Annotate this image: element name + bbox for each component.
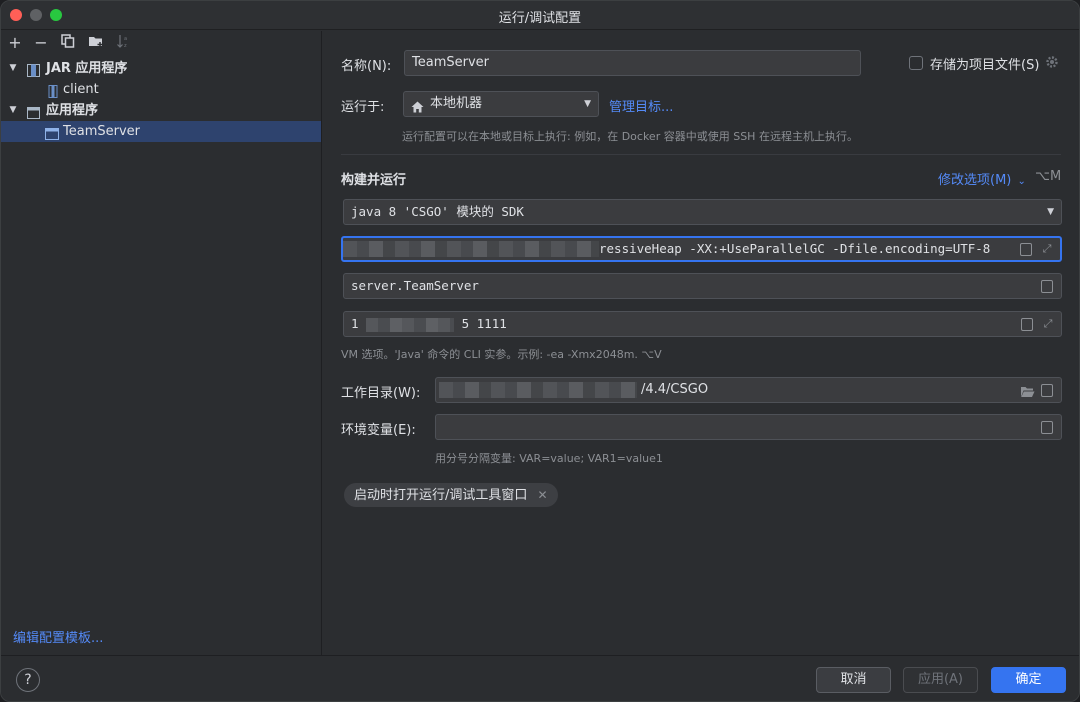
main-class-input[interactable]: server.TeamServer	[343, 273, 1062, 299]
program-args-suffix: 5 1111	[461, 316, 507, 331]
run-debug-config-dialog: 运行/调试配置 + − az ▼ JAR 应用程序 client ▼ 应用程序 …	[0, 0, 1080, 702]
expand-text-icon[interactable]	[1041, 384, 1053, 397]
chevron-down-icon[interactable]: ▼	[8, 100, 18, 121]
remove-icon[interactable]: −	[32, 34, 50, 52]
ok-button[interactable]: 确定	[991, 667, 1066, 693]
folder-icon[interactable]	[1020, 383, 1035, 397]
tree-group-jar[interactable]: ▼ JAR 应用程序	[1, 58, 321, 79]
tree-label: TeamServer	[63, 124, 140, 139]
tree-group-application[interactable]: ▼ 应用程序	[1, 100, 321, 121]
vm-options-value: ressiveHeap -XX:+UseParallelGC -Dfile.en…	[599, 241, 991, 256]
maximize-icon[interactable]: ⤢	[1040, 242, 1054, 256]
tree-toolbar: + − az	[1, 31, 321, 57]
chevron-down-icon: ▼	[584, 99, 591, 109]
build-run-heading: 构建并运行	[341, 173, 407, 188]
sort-icon[interactable]: az	[114, 34, 132, 52]
tree-item-client[interactable]: client	[1, 79, 321, 100]
help-button[interactable]: ?	[16, 668, 40, 692]
config-tree: ▼ JAR 应用程序 client ▼ 应用程序 TeamServer	[1, 58, 321, 142]
name-label: 名称(N):	[341, 59, 392, 74]
add-icon[interactable]: +	[6, 34, 24, 52]
divider	[341, 154, 1061, 155]
manage-targets-link[interactable]: 管理目标...	[609, 96, 673, 115]
jar-file-icon	[47, 84, 60, 98]
env-hint: 用分号分隔变量: VAR=value; VAR1=value1	[435, 452, 663, 465]
browse-icon[interactable]	[1041, 280, 1053, 293]
tree-label: client	[63, 82, 99, 97]
jre-value: java 8 'CSGO' 模块的 SDK	[351, 204, 524, 219]
edit-templates-link[interactable]: 编辑配置模板...	[13, 627, 103, 646]
main-class-value: server.TeamServer	[351, 278, 479, 293]
maximize-icon[interactable]: ⤢	[1041, 317, 1055, 331]
expand-text-icon[interactable]	[1021, 318, 1033, 331]
vm-options-hint: VM 选项。'Java' 命令的 CLI 实参。示例: -ea -Xmx2048…	[341, 348, 662, 361]
apply-button[interactable]: 应用(A)	[903, 667, 978, 693]
dialog-footer: ? 取消 应用(A) 确定	[1, 655, 1079, 701]
jar-app-icon	[27, 63, 40, 77]
config-form: 名称(N): TeamServer 存储为项目文件(S) 运行于: 本地机器 ▼…	[323, 31, 1079, 655]
chevron-down-icon: ⌄	[1017, 176, 1026, 187]
tree-label: 应用程序	[46, 103, 99, 118]
gear-icon[interactable]	[1045, 55, 1059, 69]
workdir-value: /4.4/CSGO	[641, 382, 709, 397]
home-icon	[411, 98, 424, 113]
tree-label: JAR 应用程序	[46, 61, 128, 76]
store-as-project-file-label: 存储为项目文件(S)	[930, 58, 1040, 73]
workdir-input[interactable]: /4.4/CSGO	[435, 377, 1062, 403]
browse-icon[interactable]	[1041, 421, 1053, 434]
expand-text-icon[interactable]	[1020, 243, 1032, 256]
copy-icon[interactable]	[59, 34, 77, 52]
close-icon[interactable]: ✕	[538, 488, 548, 502]
application-icon	[27, 105, 40, 119]
env-input[interactable]	[435, 414, 1062, 440]
tree-item-teamserver[interactable]: TeamServer	[1, 121, 321, 142]
name-input[interactable]: TeamServer	[404, 50, 861, 76]
program-args-prefix: 1	[351, 316, 359, 331]
modify-options-label: 修改选项(M)	[938, 173, 1012, 188]
run-on-label: 运行于:	[341, 100, 385, 115]
modify-options-shortcut: ⌥M	[1035, 169, 1062, 184]
new-folder-icon[interactable]	[87, 34, 105, 52]
jre-select[interactable]: java 8 'CSGO' 模块的 SDK ▼	[343, 199, 1062, 225]
cancel-button[interactable]: 取消	[816, 667, 891, 693]
open-tool-window-chip[interactable]: 启动时打开运行/调试工具窗口 ✕	[344, 483, 558, 507]
config-tree-panel: + − az ▼ JAR 应用程序 client ▼ 应用程序 TeamServ…	[1, 31, 322, 655]
application-icon	[45, 126, 59, 140]
svg-text:a: a	[124, 36, 127, 42]
run-on-value: 本地机器	[430, 96, 483, 111]
redacted-region	[343, 241, 599, 257]
svg-text:z: z	[124, 43, 127, 48]
redacted-region	[366, 317, 455, 332]
modify-options-link[interactable]: 修改选项(M) ⌄	[938, 169, 1026, 188]
workdir-label: 工作目录(W):	[341, 386, 421, 401]
env-label: 环境变量(E):	[341, 423, 416, 438]
title-bar: 运行/调试配置	[1, 1, 1079, 30]
store-as-project-file-checkbox[interactable]	[909, 56, 923, 70]
window-title: 运行/调试配置	[498, 11, 582, 26]
redacted-region	[439, 382, 637, 398]
run-on-hint: 运行配置可以在本地或目标上执行: 例如，在 Docker 容器中或使用 SSH …	[402, 130, 858, 143]
run-on-select[interactable]: 本地机器 ▼	[403, 91, 599, 117]
chevron-down-icon[interactable]: ▼	[8, 58, 18, 79]
program-args-input[interactable]: 1 5 1111 ⤢	[343, 311, 1062, 337]
vm-options-input[interactable]: ressiveHeap -XX:+UseParallelGC -Dfile.en…	[341, 236, 1062, 262]
chevron-down-icon: ▼	[1047, 207, 1054, 217]
chip-label: 启动时打开运行/调试工具窗口	[354, 488, 528, 503]
